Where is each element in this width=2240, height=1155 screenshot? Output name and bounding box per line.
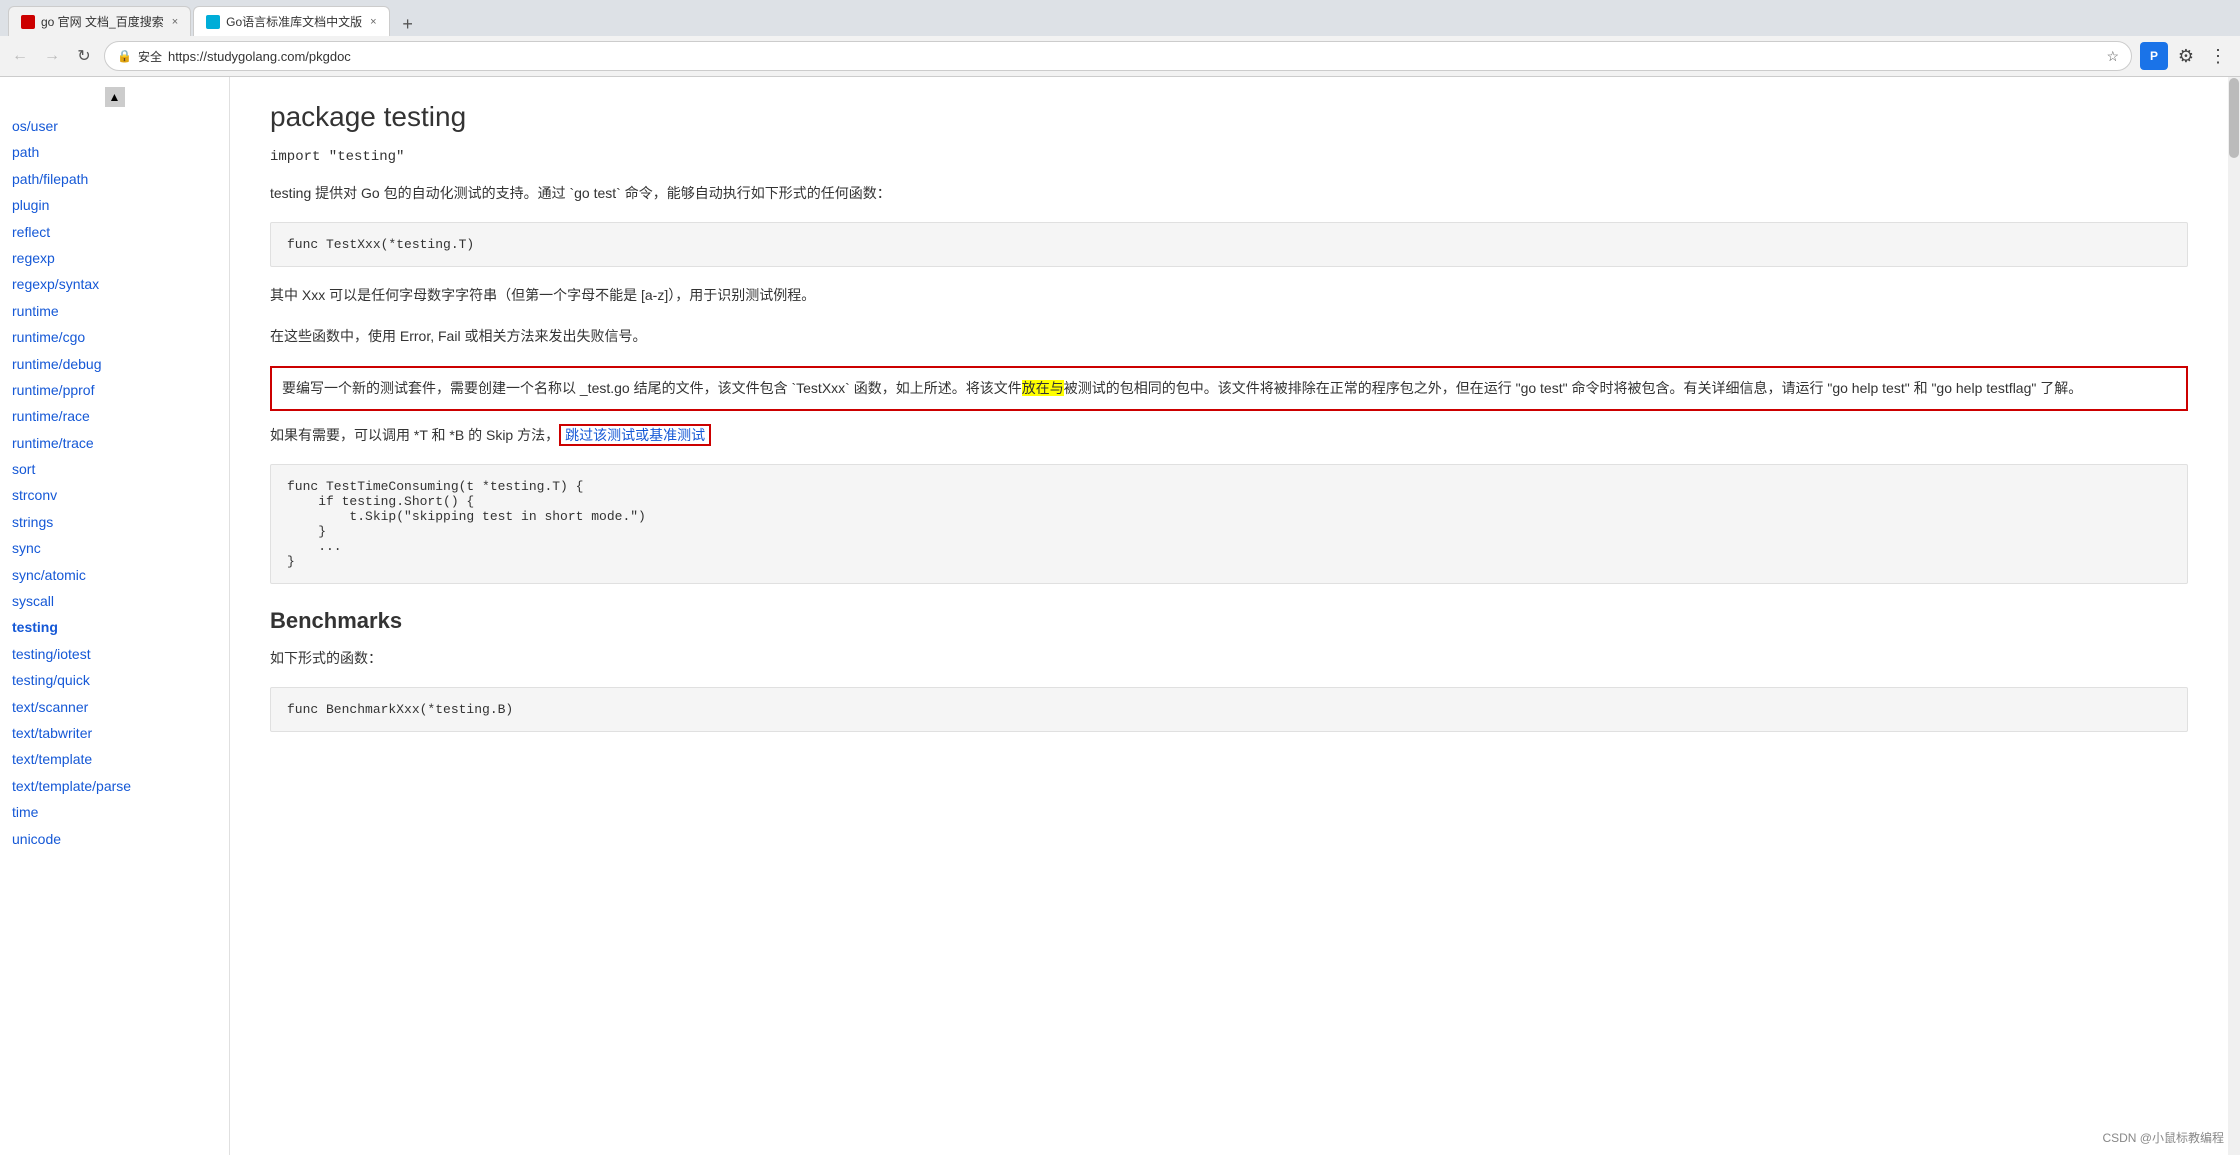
scrollbar[interactable] [2228, 77, 2240, 1155]
sidebar-item-plugin[interactable]: plugin [0, 192, 229, 218]
security-icon: 🔒 [117, 49, 132, 63]
tab1-label: go 官网 文档_百度搜索 [41, 13, 164, 30]
sidebar-item-text-template-parse[interactable]: text/template/parse [0, 773, 229, 799]
url-text: https://studygolang.com/pkgdoc [168, 49, 2100, 64]
highlighted-part1: 要编写一个新的测试套件，需要创建一个名称以 _test.go 结尾的文件，该文件… [282, 380, 1022, 396]
tab-1[interactable]: go 官网 文档_百度搜索 × [8, 6, 191, 36]
code-block-1: func TestXxx(*testing.T) [270, 222, 2188, 267]
address-bar: ← → ↻ 🔒 安全 https://studygolang.com/pkgdo… [0, 36, 2240, 76]
package-title: package testing [270, 101, 2188, 133]
skip-description: 如果有需要，可以调用 *T 和 *B 的 Skip 方法，跳过该测试或基准测试 [270, 423, 2188, 448]
tab-bar: go 官网 文档_百度搜索 × Go语言标准库文档中文版 × + [0, 0, 2240, 36]
sidebar-item-testing-iotest[interactable]: testing/iotest [0, 641, 229, 667]
code-block-3: func BenchmarkXxx(*testing.B) [270, 687, 2188, 732]
sidebar-item-text-tabwriter[interactable]: text/tabwriter [0, 720, 229, 746]
sidebar-item-regexp-syntax[interactable]: regexp/syntax [0, 271, 229, 297]
browser-actions: P ⚙ ⋮ [2140, 42, 2232, 70]
tab-2[interactable]: Go语言标准库文档中文版 × [193, 6, 389, 36]
menu-button[interactable]: ⋮ [2204, 42, 2232, 70]
benchmarks-title: Benchmarks [270, 608, 2188, 634]
scrollbar-thumb[interactable] [2229, 78, 2239, 158]
watermark: CSDN @小鼠标教编程 [2102, 1129, 2224, 1146]
tab1-close[interactable]: × [172, 16, 178, 28]
profile-button[interactable]: P [2140, 42, 2168, 70]
browser-chrome: go 官网 文档_百度搜索 × Go语言标准库文档中文版 × + ← → ↻ 🔒… [0, 0, 2240, 77]
sidebar-item-sync[interactable]: sync [0, 535, 229, 561]
sidebar-item-sync-atomic[interactable]: sync/atomic [0, 562, 229, 588]
sidebar-item-regexp[interactable]: regexp [0, 245, 229, 271]
sidebar-item-path[interactable]: path [0, 139, 229, 165]
highlighted-block: 要编写一个新的测试套件，需要创建一个名称以 _test.go 结尾的文件，该文件… [270, 366, 2188, 411]
skip-text: 如果有需要，可以调用 *T 和 *B 的 Skip 方法， [270, 427, 559, 443]
sidebar-item-testing-quick[interactable]: testing/quick [0, 667, 229, 693]
sidebar-item-runtime-race[interactable]: runtime/race [0, 403, 229, 429]
sidebar: ▲ os/user path path/filepath plugin refl… [0, 77, 230, 1155]
benchmarks-desc: 如下形式的函数： [270, 646, 2188, 671]
sidebar-item-text-template[interactable]: text/template [0, 746, 229, 772]
description1: testing 提供对 Go 包的自动化测试的支持。通过 `go test` 命… [270, 181, 2188, 206]
sidebar-item-os-user[interactable]: os/user [0, 113, 229, 139]
sidebar-item-runtime-cgo[interactable]: runtime/cgo [0, 324, 229, 350]
description3: 在这些函数中，使用 Error, Fail 或相关方法来发出失败信号。 [270, 324, 2188, 349]
content-area: package testing import "testing" testing… [230, 77, 2228, 1155]
code3-text: func BenchmarkXxx(*testing.B) [287, 702, 513, 717]
star-icon[interactable]: ☆ [2106, 48, 2119, 65]
tab2-close[interactable]: × [370, 16, 376, 28]
code1-text: func TestXxx(*testing.T) [287, 237, 474, 252]
new-tab-button[interactable]: + [396, 12, 420, 36]
highlighted-part2: 被测试的包相同的包中。该文件将被排除在正常的程序包之外，但在运行 "go tes… [1064, 380, 2083, 396]
back-button[interactable]: ← [8, 44, 32, 68]
code-block-2: func TestTimeConsuming(t *testing.T) { i… [270, 464, 2188, 584]
sidebar-scroll-up[interactable]: ▲ [105, 87, 125, 107]
forward-button[interactable]: → [40, 44, 64, 68]
url-bar[interactable]: 🔒 安全 https://studygolang.com/pkgdoc ☆ [104, 41, 2132, 71]
sidebar-item-strings[interactable]: strings [0, 509, 229, 535]
tab2-label: Go语言标准库文档中文版 [226, 13, 362, 30]
sidebar-item-runtime-debug[interactable]: runtime/debug [0, 351, 229, 377]
tab2-favicon [206, 15, 220, 29]
sidebar-item-text-scanner[interactable]: text/scanner [0, 694, 229, 720]
sidebar-item-strconv[interactable]: strconv [0, 482, 229, 508]
sidebar-item-testing[interactable]: testing [0, 614, 229, 640]
extensions-button[interactable]: ⚙ [2172, 42, 2200, 70]
main-layout: ▲ os/user path path/filepath plugin refl… [0, 77, 2240, 1155]
description2: 其中 Xxx 可以是任何字母数字字符串（但第一个字母不能是 [a-z]），用于识… [270, 283, 2188, 308]
sidebar-item-time[interactable]: time [0, 799, 229, 825]
security-label: 安全 [138, 48, 162, 65]
sidebar-item-path-filepath[interactable]: path/filepath [0, 166, 229, 192]
tab1-favicon [21, 15, 35, 29]
sidebar-item-runtime-trace[interactable]: runtime/trace [0, 430, 229, 456]
import-line: import "testing" [270, 149, 2188, 165]
highlighted-yellow: 放在与 [1022, 380, 1064, 396]
reload-button[interactable]: ↻ [72, 44, 96, 68]
sidebar-item-unicode[interactable]: unicode [0, 826, 229, 852]
sidebar-item-syscall[interactable]: syscall [0, 588, 229, 614]
sidebar-item-runtime[interactable]: runtime [0, 298, 229, 324]
skip-link[interactable]: 跳过该测试或基准测试 [559, 424, 711, 446]
sidebar-item-runtime-pprof[interactable]: runtime/pprof [0, 377, 229, 403]
sidebar-item-reflect[interactable]: reflect [0, 219, 229, 245]
sidebar-item-sort[interactable]: sort [0, 456, 229, 482]
